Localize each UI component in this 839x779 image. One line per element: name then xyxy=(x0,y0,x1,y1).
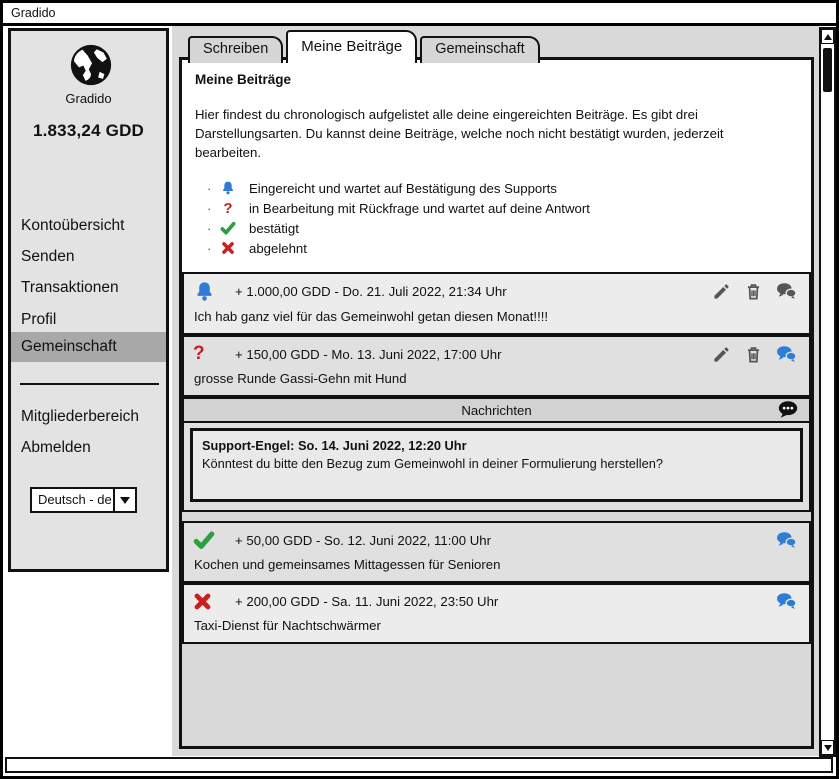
page-title: Meine Beiträge xyxy=(195,72,798,87)
intro-section: Meine Beiträge Hier findest du chronolog… xyxy=(182,60,811,272)
entries-list: + 1.000,00 GDD - Do. 21. Juli 2022, 21:3… xyxy=(182,272,811,746)
chat-icon[interactable] xyxy=(776,344,797,365)
vertical-scrollbar[interactable] xyxy=(819,27,836,757)
entry-title: + 50,00 GDD - So. 12. Juni 2022, 11:00 U… xyxy=(235,533,491,548)
message-text: Könntest du bitte den Bezug zum Gemeinwo… xyxy=(202,455,791,473)
chat-icon[interactable] xyxy=(776,530,797,551)
legend-text: bestätigt xyxy=(249,221,299,236)
delete-icon[interactable] xyxy=(744,282,763,301)
legend-text: Eingereicht und wartet auf Bestätigung d… xyxy=(249,181,557,196)
sidebar-item-profil[interactable]: Profil xyxy=(11,305,166,335)
legend-text: in Bearbeitung mit Rückfrage und wartet … xyxy=(249,201,590,216)
chat-icon[interactable] xyxy=(776,281,797,302)
sidebar-item-gemeinschaft[interactable]: Gemeinschaft xyxy=(11,332,166,362)
sidebar-divider xyxy=(20,383,159,385)
legend-item-bestaetigt: · bestätigt xyxy=(207,218,798,238)
triangle-up-icon xyxy=(824,34,832,40)
cross-icon xyxy=(193,592,221,611)
language-dropdown-button[interactable] xyxy=(113,489,135,511)
globe-icon xyxy=(68,42,114,88)
legend-item-eingereicht: · Eingereicht und wartet auf Bestätigung… xyxy=(207,178,798,198)
bell-icon xyxy=(193,280,221,303)
scrollbar-thumb[interactable] xyxy=(823,48,832,92)
entry-description: Taxi-Dienst für Nachtschwärmer xyxy=(184,612,809,642)
question-icon: ? xyxy=(193,343,221,365)
delete-icon[interactable] xyxy=(744,345,763,364)
sidebar-item-mitgliederbereich[interactable]: Mitgliederbereich xyxy=(11,402,166,432)
entry-title: + 150,00 GDD - Mo. 13. Juni 2022, 17:00 … xyxy=(235,347,501,362)
horizontal-scrollbar[interactable] xyxy=(5,757,833,773)
sidebar-item-abmelden[interactable]: Abmelden xyxy=(11,433,166,463)
question-icon: ? xyxy=(217,200,239,217)
tab-panel: Meine Beiträge Hier findest du chronolog… xyxy=(179,57,814,749)
entry-title: + 1.000,00 GDD - Do. 21. Juli 2022, 21:3… xyxy=(235,284,507,299)
message-datetime: So. 14. Juni 2022, 12:20 Uhr xyxy=(298,438,467,453)
chat-icon[interactable] xyxy=(776,591,797,612)
sidebar-item-transaktionen[interactable]: Transaktionen xyxy=(11,273,166,303)
edit-icon[interactable] xyxy=(712,282,731,301)
status-legend: · Eingereicht und wartet auf Bestätigung… xyxy=(207,178,798,258)
cross-icon xyxy=(217,241,239,255)
language-select[interactable]: Deutsch - de xyxy=(30,487,137,513)
legend-item-abgelehnt: · abgelehnt xyxy=(207,238,798,258)
app-window: Gradido Gradido 1.833,24 GDD Kontoübersi… xyxy=(0,0,839,779)
check-icon xyxy=(217,220,239,236)
bell-icon xyxy=(217,180,239,196)
legend-text: abgelehnt xyxy=(249,241,307,256)
tab-bar: Schreiben Meine Beiträge Gemeinschaft xyxy=(188,30,540,63)
check-icon xyxy=(193,529,221,551)
edit-icon[interactable] xyxy=(712,345,731,364)
balance-amount: 1.833,24 GDD xyxy=(11,121,166,141)
scroll-up-button[interactable] xyxy=(821,29,834,44)
title-bar: Gradido xyxy=(3,3,836,26)
tab-gemeinschaft[interactable]: Gemeinschaft xyxy=(420,36,539,63)
entry-row: + 200,00 GDD - Sa. 11. Juni 2022, 23:50 … xyxy=(182,583,811,644)
brand-label: Gradido xyxy=(11,91,166,106)
entry-row: ? + 150,00 GDD - Mo. 13. Juni 2022, 17:0… xyxy=(182,335,811,397)
sidebar-item-kontouebersicht[interactable]: Kontoübersicht xyxy=(11,211,166,241)
chevron-down-icon xyxy=(120,497,130,504)
entry-description: Ich hab ganz viel für das Gemeinwohl get… xyxy=(184,303,809,333)
support-message: Support-Engel: So. 14. Juni 2022, 12:20 … xyxy=(190,428,803,502)
entry-description: grosse Runde Gassi-Gehn mit Hund xyxy=(184,365,809,395)
scroll-down-button[interactable] xyxy=(821,740,834,755)
triangle-down-icon xyxy=(824,745,832,751)
tab-meine-beitraege[interactable]: Meine Beiträge xyxy=(286,30,417,63)
messages-title: Nachrichten xyxy=(217,403,776,418)
message-dots-icon[interactable] xyxy=(776,399,800,421)
entry-title: + 200,00 GDD - Sa. 11. Juni 2022, 23:50 … xyxy=(235,594,498,609)
messages-block: Nachrichten Support-Engel: So. 14. Juni … xyxy=(182,397,811,512)
window-title: Gradido xyxy=(11,6,55,20)
message-sender: Support-Engel: xyxy=(202,438,294,453)
app-body: Gradido 1.833,24 GDD Kontoübersicht Send… xyxy=(3,26,836,773)
sidebar-item-senden[interactable]: Senden xyxy=(11,242,166,272)
sidebar: Gradido 1.833,24 GDD Kontoübersicht Send… xyxy=(8,28,169,572)
language-value: Deutsch - de xyxy=(32,489,113,511)
main-area: Schreiben Meine Beiträge Gemeinschaft Me… xyxy=(172,26,819,756)
entry-row: + 50,00 GDD - So. 12. Juni 2022, 11:00 U… xyxy=(182,521,811,583)
tab-schreiben[interactable]: Schreiben xyxy=(188,36,283,63)
entry-row: + 1.000,00 GDD - Do. 21. Juli 2022, 21:3… xyxy=(182,272,811,335)
entry-description: Kochen und gemeinsames Mittagessen für S… xyxy=(184,551,809,581)
legend-item-rueckfrage: · ? in Bearbeitung mit Rückfrage und war… xyxy=(207,198,798,218)
intro-text: Hier findest du chronologisch aufgeliste… xyxy=(195,105,787,162)
messages-header: Nachrichten xyxy=(184,399,809,423)
